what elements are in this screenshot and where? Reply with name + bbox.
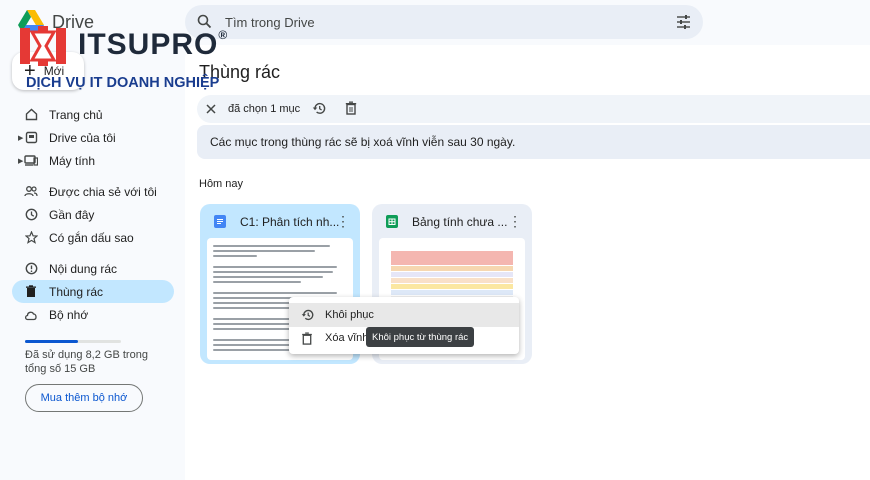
file-name: Bảng tính chưa ... [412, 215, 508, 229]
computer-icon [24, 154, 38, 168]
sidebar-item-label: Có gắn dấu sao [49, 230, 134, 245]
close-icon[interactable] [205, 102, 217, 120]
home-icon [24, 108, 38, 122]
sidebar-item-label: Gần đây [49, 207, 95, 222]
itsupro-logo-mark [20, 26, 66, 66]
registered-mark: ® [218, 28, 229, 42]
sidebar-item-label: Bộ nhớ [49, 307, 89, 322]
menu-item-label: Xóa vĩnh [325, 332, 369, 344]
watermark-subtitle: DỊCH VỤ IT DOANH NGHIỆP [26, 75, 220, 91]
search-options-icon[interactable] [676, 15, 691, 34]
file-name: C1: Phân tích nh... [240, 215, 340, 229]
sidebar-item-label: Nội dung rác [49, 261, 118, 276]
selection-count: đã chọn 1 mục [228, 103, 301, 115]
expand-caret-icon[interactable]: ▶ [18, 157, 23, 165]
trash-icon [301, 331, 315, 345]
main-content: Thùng rác đã chọn 1 mục Các mục trong th… [185, 45, 870, 480]
restore-icon [301, 308, 315, 322]
sidebar-item-trash[interactable]: Thùng rác [12, 280, 174, 303]
search-bar[interactable]: Tìm trong Drive [185, 5, 703, 39]
sidebar-item-computers[interactable]: ▶ Máy tính [12, 149, 174, 172]
sidebar-item-label: Drive của tôi [49, 130, 116, 145]
restore-icon[interactable] [312, 101, 327, 121]
tooltip: Khôi phục từ thùng rác [366, 327, 475, 347]
people-icon [24, 185, 38, 199]
sidebar-item-shared[interactable]: Được chia sẻ với tôi [12, 180, 174, 203]
expand-caret-icon[interactable]: ▶ [18, 134, 23, 142]
google-docs-icon [214, 215, 226, 228]
cloud-icon [24, 308, 38, 322]
warning-icon [24, 262, 38, 276]
sidebar-item-recent[interactable]: Gần đây [12, 203, 174, 226]
sidebar-item-label: Được chia sẻ với tôi [49, 184, 157, 199]
delete-forever-icon[interactable] [345, 101, 357, 120]
watermark-title: ITSUPRO® [78, 28, 228, 62]
sidebar-item-starred[interactable]: Có gắn dấu sao [12, 226, 174, 249]
sidebar-item-label: Trang chủ [49, 107, 103, 122]
trash-icon [24, 285, 38, 299]
menu-item-label: Khôi phục [325, 309, 374, 321]
sidebar-item-label: Thùng rác [49, 284, 104, 299]
sidebar-item-home[interactable]: Trang chủ [12, 103, 174, 126]
drive-icon [24, 131, 38, 145]
clock-icon [24, 208, 38, 222]
sidebar-nav: Trang chủ ▶ Drive của tôi ▶ Máy tính Đượ… [12, 103, 174, 326]
section-heading: Hôm nay [199, 178, 244, 190]
sidebar: Drive + Mới Trang chủ ▶ Drive của tôi ▶ … [0, 0, 185, 480]
buy-storage-button[interactable]: Mua thêm bộ nhớ [25, 384, 143, 412]
more-options-icon[interactable]: ⋮ [336, 213, 350, 230]
google-sheets-icon [386, 215, 398, 228]
search-input[interactable]: Tìm trong Drive [225, 15, 315, 30]
storage-usage-text: Đã sử dụng 8,2 GB trong tổng số 15 GB [25, 349, 148, 375]
sidebar-item-storage[interactable]: Bộ nhớ [12, 303, 174, 326]
menu-item-restore[interactable]: Khôi phục [289, 303, 519, 327]
more-options-icon[interactable]: ⋮ [508, 213, 522, 230]
trash-notice-banner: Các mục trong thùng rác sẽ bị xoá vĩnh v… [197, 125, 870, 159]
storage-progress-bar [25, 340, 121, 343]
star-icon [24, 231, 38, 245]
sidebar-item-my-drive[interactable]: ▶ Drive của tôi [12, 126, 174, 149]
selection-toolbar: đã chọn 1 mục [197, 95, 870, 123]
watermark-title-text: ITSUPRO [78, 28, 219, 61]
storage-progress-fill [25, 340, 78, 343]
sidebar-item-label: Máy tính [49, 153, 96, 168]
sidebar-item-spam[interactable]: Nội dung rác [12, 257, 174, 280]
